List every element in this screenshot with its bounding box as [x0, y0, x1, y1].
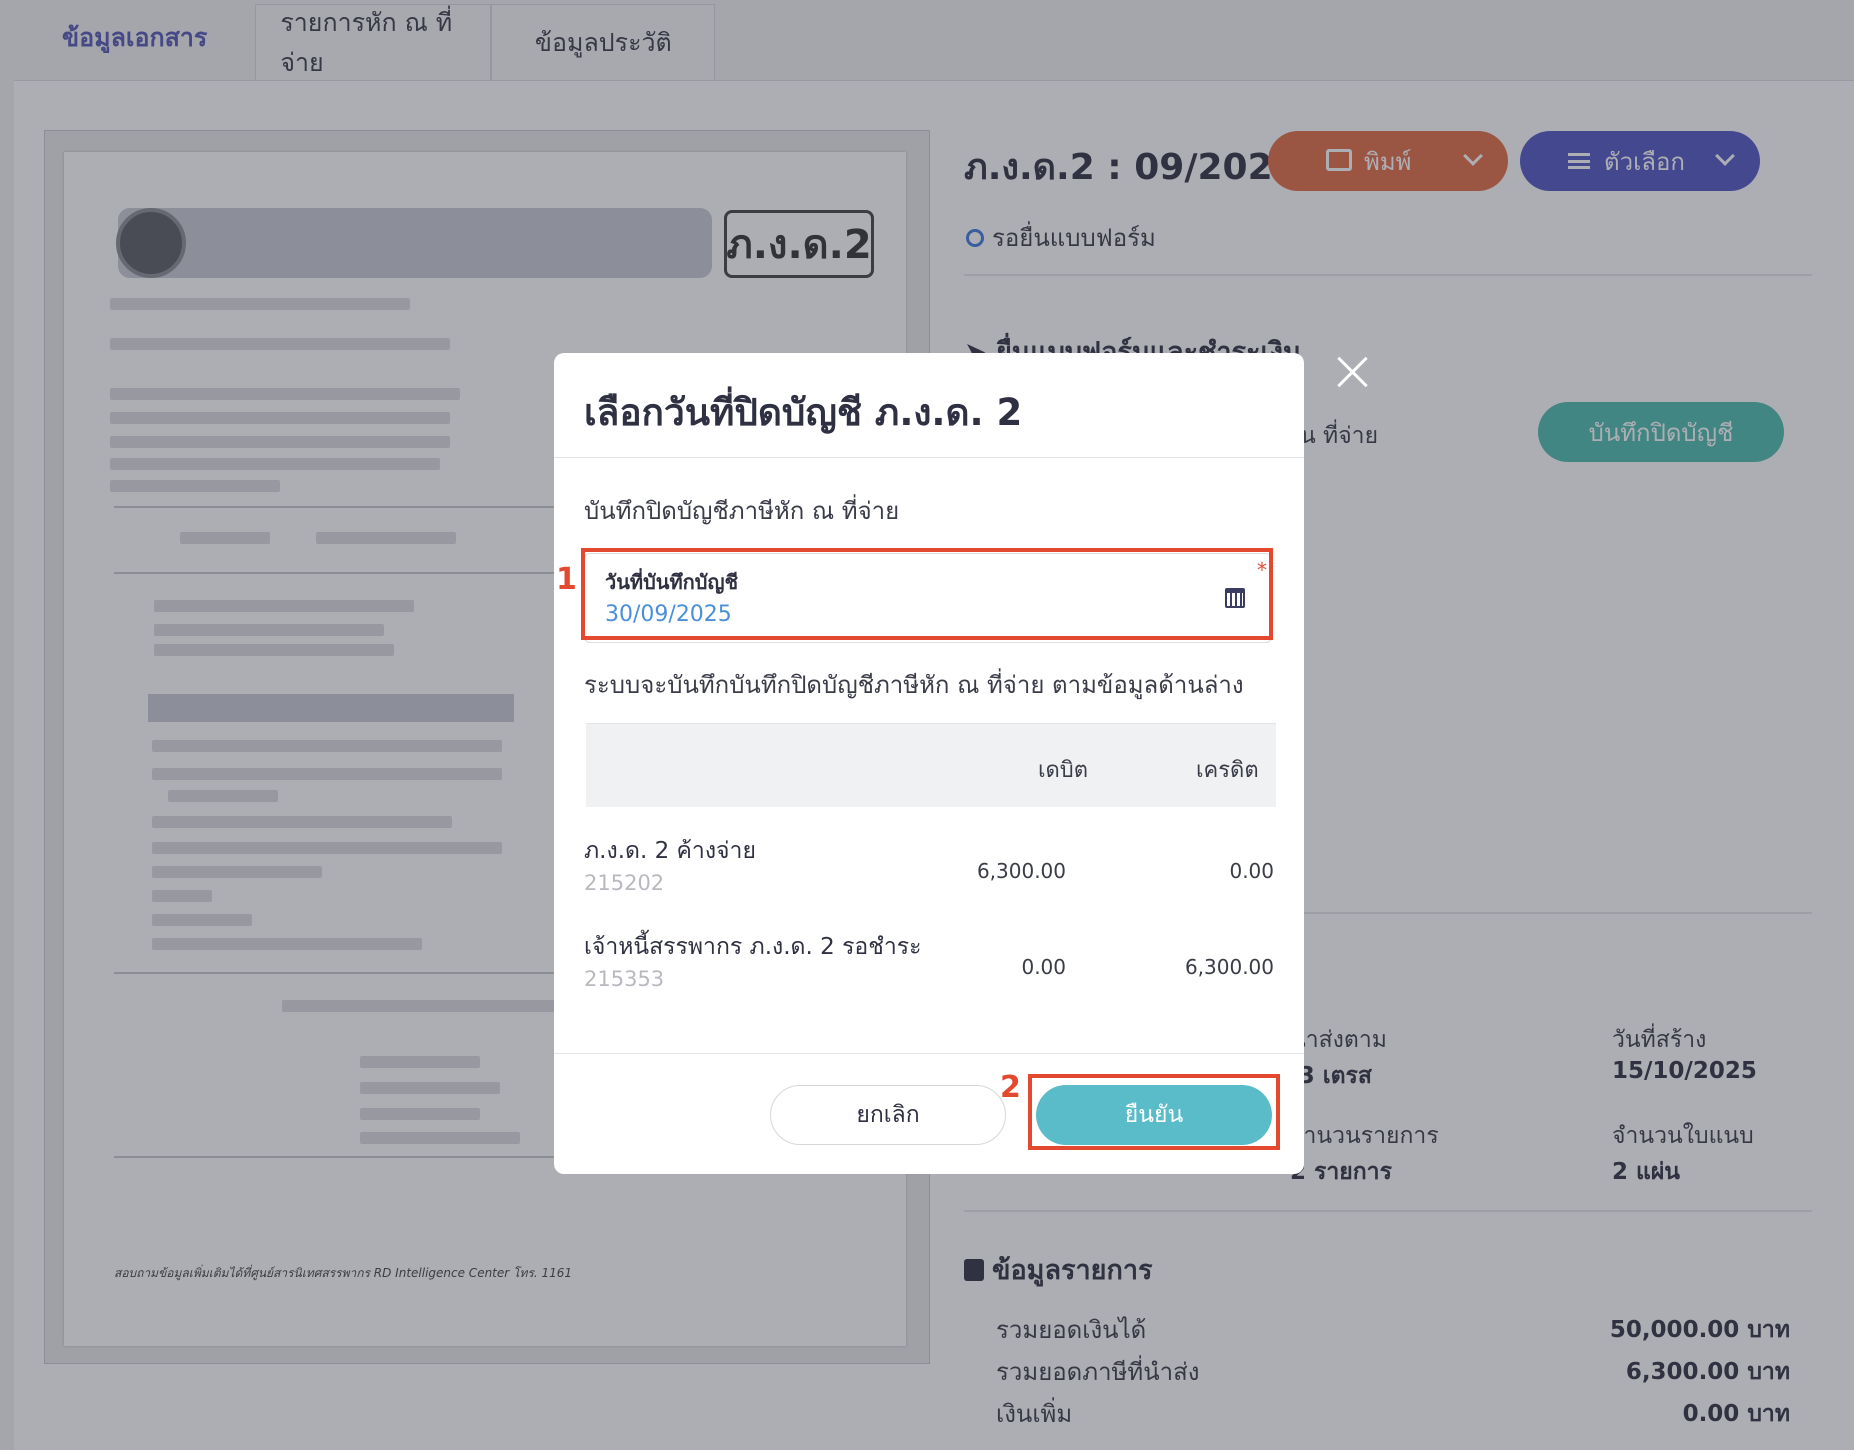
account-code: 215353	[584, 967, 665, 991]
debit-column-header: เดบิต	[1038, 758, 1089, 783]
account-code: 215202	[584, 871, 665, 895]
modal-title: เลือกวันที่ปิดบัญชี ภ.ง.ด. 2	[584, 391, 1023, 434]
account-name: เจ้าหนี้สรรพากร ภ.ง.ด. 2 รอชำระ	[584, 934, 922, 960]
credit-value: 0.00	[1229, 859, 1274, 883]
cancel-button[interactable]: ยกเลิก	[770, 1085, 1006, 1145]
highlight-date-field	[581, 548, 1273, 640]
debit-value: 6,300.00	[976, 859, 1066, 883]
close-icon[interactable]	[1334, 354, 1370, 390]
table-header: เดบิต เครดิต	[586, 723, 1276, 807]
closing-date-modal: เลือกวันที่ปิดบัญชี ภ.ง.ด. 2 บันทึกปิดบั…	[554, 353, 1304, 1174]
credit-column-header: เครดิต	[1196, 758, 1259, 783]
modal-subtitle: บันทึกปิดบัญชีภาษีหัก ณ ที่จ่าย	[584, 497, 900, 525]
step-2-label: 2	[1000, 1070, 1021, 1105]
highlight-confirm-button	[1028, 1074, 1280, 1150]
credit-value: 6,300.00	[1184, 955, 1274, 979]
account-name: ภ.ง.ด. 2 ค้างจ่าย	[584, 838, 756, 864]
step-1-label: 1	[556, 562, 577, 597]
divider	[554, 1053, 1304, 1054]
modal-note: ระบบจะบันทึกบันทึกปิดบัญชีภาษีหัก ณ ที่จ…	[584, 671, 1244, 699]
divider	[554, 457, 1304, 458]
debit-value: 0.00	[1021, 955, 1066, 979]
